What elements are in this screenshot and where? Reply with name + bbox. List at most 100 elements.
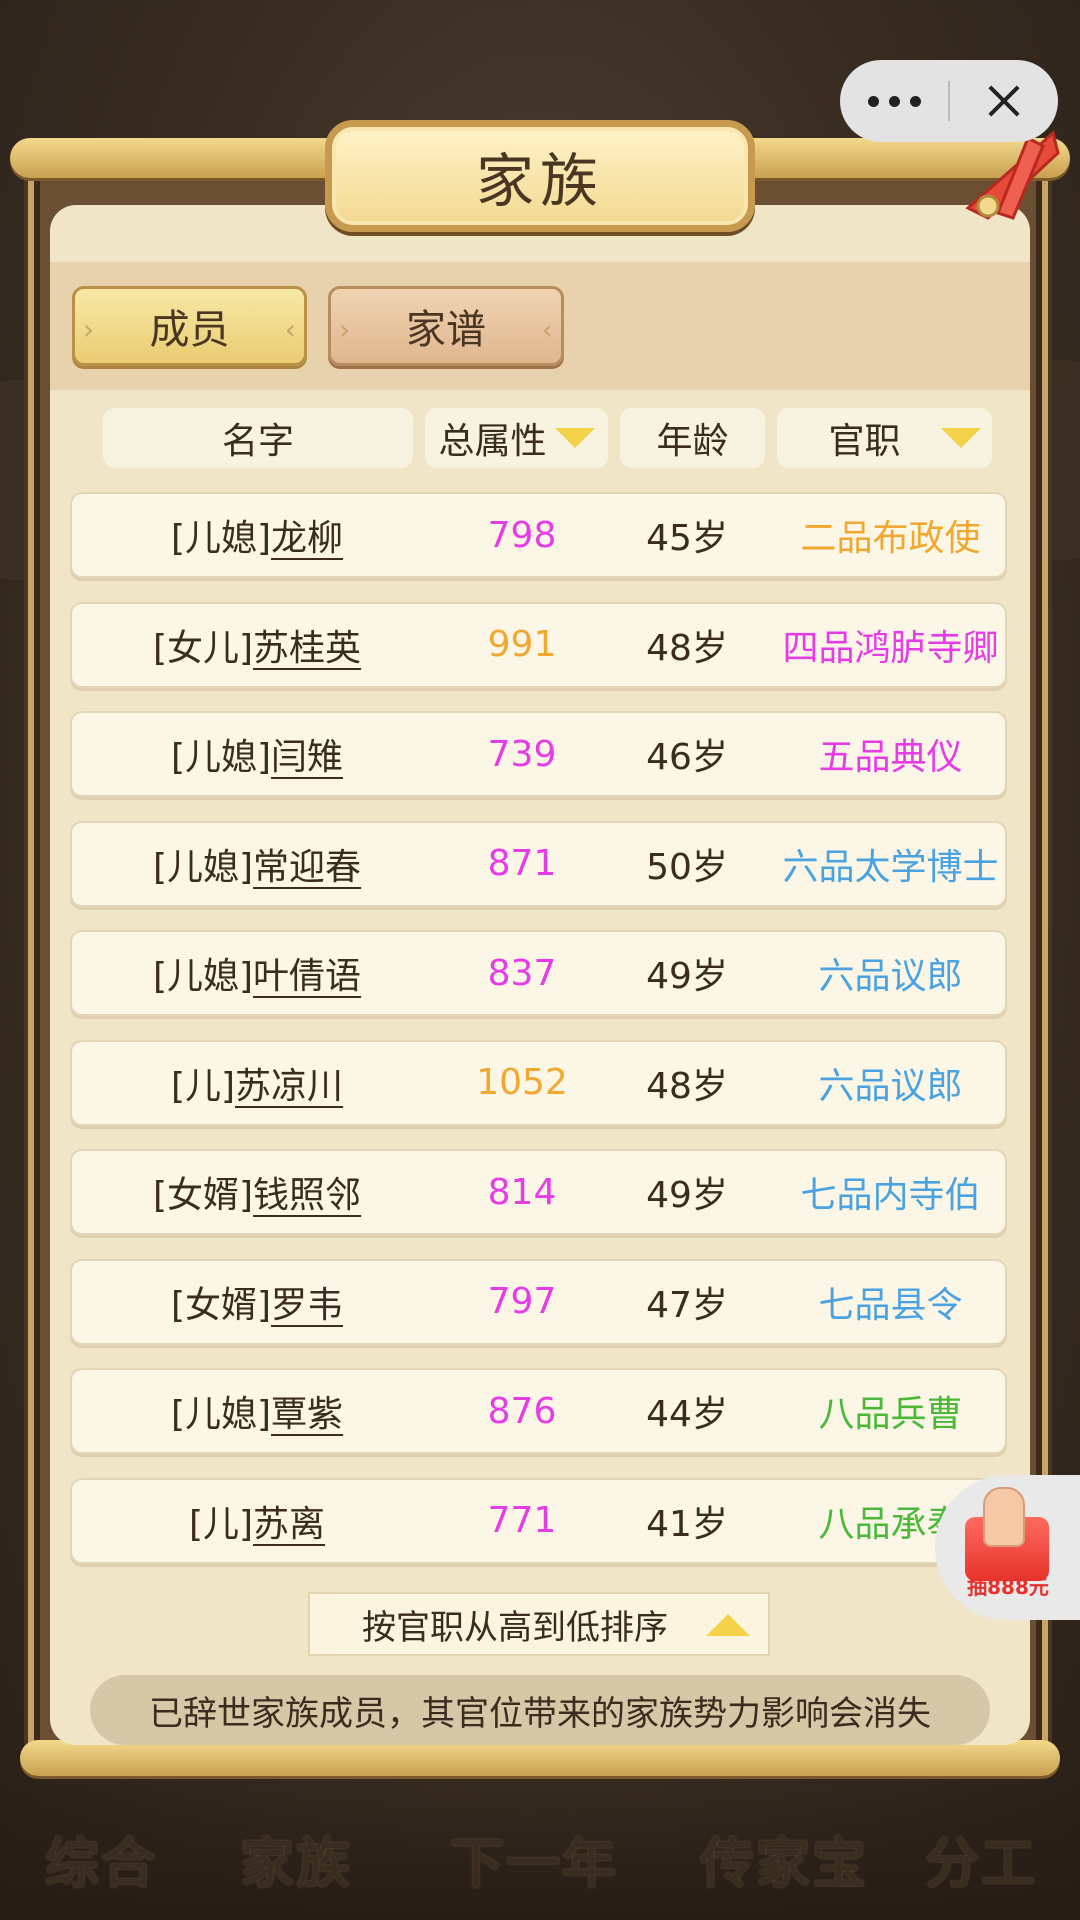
sort-down-icon (554, 428, 595, 448)
member-name-cell: [儿媳] 闫雉 (72, 713, 442, 795)
bottom-tab-family[interactable]: 家族 (240, 1819, 352, 1898)
member-office: 七品县令 (818, 1284, 963, 1326)
member-age: 49岁 (646, 956, 728, 997)
dialog-title: 家族 (475, 147, 604, 215)
chevron-right-icon: ‹ (284, 313, 296, 346)
header-name-label: 名字 (221, 421, 294, 462)
member-age: 49岁 (646, 1175, 728, 1216)
member-name-cell: [儿] 苏离 (72, 1480, 442, 1562)
member-office: 八品兵曹 (818, 1394, 963, 1435)
promo-float-button[interactable]: 抽888元 (935, 1475, 1080, 1620)
member-office: 二品布政使 (800, 518, 981, 559)
relation-prefix: [儿媳] (152, 956, 254, 997)
member-name-link[interactable]: 叶倩语 (253, 947, 361, 999)
member-row[interactable]: [女婿] 钱照邻 814 49岁 七品内寺伯 (70, 1149, 1007, 1235)
chevron-left-icon: › (339, 313, 351, 346)
member-attr: 837 (487, 952, 557, 994)
bottom-nav: 综合 家族 下一年 传家宝 分工 (0, 1770, 1080, 1920)
member-name-link[interactable]: 苏离 (253, 1495, 325, 1547)
member-office: 四品鸿胪寺卿 (782, 627, 999, 669)
member-row[interactable]: [女婿] 罗韦 797 47岁 七品县令 (70, 1258, 1007, 1345)
tab-label: 成员 (149, 307, 230, 353)
member-row[interactable]: [儿媳] 叶倩语 837 49岁 六品议郎 (70, 930, 1007, 1016)
member-attr: 814 (487, 1171, 557, 1213)
sort-down-icon (940, 428, 981, 448)
member-name-link[interactable]: 闫雉 (271, 728, 343, 780)
header-age-label: 年龄 (656, 421, 729, 462)
member-age: 41岁 (646, 1503, 728, 1545)
member-name-cell: [儿媳] 叶倩语 (72, 932, 442, 1014)
member-row[interactable]: [儿] 苏凉川 1052 48岁 六品议郎 (70, 1039, 1007, 1126)
member-row[interactable]: [儿媳] 闫雉 739 46岁 五品典仪 (70, 711, 1007, 797)
member-row[interactable]: [女儿] 苏桂英 991 48岁 四品鸿胪寺卿 (70, 601, 1007, 688)
member-age: 48岁 (646, 1065, 728, 1107)
relation-prefix: [儿媳] (170, 737, 272, 778)
member-age: 47岁 (646, 1284, 728, 1326)
header-attr-label: 总属性 (438, 421, 547, 462)
member-office: 六品太学博士 (782, 846, 999, 888)
member-name-cell: [儿媳] 覃紫 (72, 1370, 442, 1452)
bottom-tab-overview[interactable]: 综合 (45, 1819, 157, 1898)
relation-prefix: [女婿] (170, 1284, 272, 1326)
promo-label: 抽888元 (967, 1575, 1049, 1599)
member-name-cell: [儿媳] 龙柳 (72, 494, 442, 576)
member-attr: 771 (487, 1500, 557, 1541)
member-name-link[interactable]: 苏桂英 (253, 619, 361, 671)
member-attr: 798 (487, 514, 557, 556)
member-name-link[interactable]: 龙柳 (271, 509, 343, 561)
sort-by-office-button[interactable]: 按官职从高到低排序 (308, 1592, 770, 1656)
bottom-tab-division[interactable]: 分工 (925, 1819, 1037, 1898)
relation-prefix: [儿媳] (170, 518, 272, 559)
member-name-cell: [儿] 苏凉川 (72, 1042, 442, 1124)
more-dots-icon[interactable] (840, 60, 948, 142)
member-office: 六品议郎 (818, 956, 963, 997)
notice-text: 已辞世家族成员，其官位带来的家族势力影响会消失 (149, 1693, 931, 1734)
tab-members[interactable]: › 成员 ‹ (72, 286, 307, 366)
member-name-cell: [女婿] 钱照邻 (72, 1151, 442, 1233)
sort-label: 按官职从高到低排序 (362, 1607, 668, 1648)
bottom-tab-next-year[interactable]: 下一年 (450, 1819, 618, 1898)
member-attr: 739 (487, 733, 557, 775)
relation-prefix: [儿媳] (152, 846, 254, 888)
relation-prefix: [女婿] (152, 1175, 254, 1216)
member-row[interactable]: [儿] 苏离 771 41岁 八品承奉 (70, 1477, 1007, 1564)
member-age: 46岁 (646, 737, 728, 778)
member-name-cell: [女儿] 苏桂英 (72, 604, 442, 686)
member-name-link[interactable]: 常迎春 (253, 838, 361, 890)
member-name-cell: [女婿] 罗韦 (72, 1261, 442, 1343)
bottom-ribbon (20, 1740, 1060, 1776)
member-row[interactable]: [儿媳] 常迎春 871 50岁 六品太学博士 (70, 820, 1007, 907)
member-attr: 991 (487, 624, 557, 665)
tab-genealogy[interactable]: › 家谱 ‹ (328, 286, 564, 366)
member-attr: 797 (487, 1281, 557, 1322)
member-age: 50岁 (646, 846, 728, 888)
title-plate: 家族 (325, 120, 755, 232)
member-name-link[interactable]: 覃紫 (271, 1385, 343, 1437)
member-office: 六品议郎 (818, 1065, 963, 1107)
relation-prefix: [女儿] (152, 627, 254, 669)
member-office: 五品典仪 (818, 737, 963, 778)
sort-up-icon (706, 1614, 750, 1636)
member-row[interactable]: [儿媳] 龙柳 798 45岁 二品布政使 (70, 492, 1007, 578)
member-name-link[interactable]: 钱照邻 (253, 1166, 361, 1218)
close-icon[interactable] (950, 60, 1058, 142)
header-total-attr[interactable]: 总属性 (425, 408, 608, 468)
tab-label: 家谱 (406, 307, 486, 353)
member-age: 48岁 (646, 627, 728, 669)
header-office[interactable]: 官职 (777, 408, 992, 468)
member-attr: 871 (487, 843, 557, 884)
member-attr: 1052 (476, 1062, 568, 1103)
member-age: 44岁 (646, 1394, 728, 1435)
notice-banner: 已辞世家族成员，其官位带来的家族势力影响会消失 (90, 1675, 990, 1745)
header-office-label: 官职 (828, 421, 901, 462)
member-name-link[interactable]: 罗韦 (271, 1276, 343, 1328)
mini-program-capsule (840, 60, 1058, 142)
header-age: 年龄 (620, 408, 765, 468)
member-name-link[interactable]: 苏凉川 (235, 1057, 343, 1109)
member-age: 45岁 (646, 518, 728, 559)
member-row[interactable]: [儿媳] 覃紫 876 44岁 八品兵曹 (70, 1368, 1007, 1454)
chevron-right-icon: ‹ (541, 313, 553, 346)
bottom-tab-heirloom[interactable]: 传家宝 (700, 1819, 868, 1898)
member-office: 七品内寺伯 (800, 1175, 981, 1216)
header-name: 名字 (103, 408, 413, 468)
